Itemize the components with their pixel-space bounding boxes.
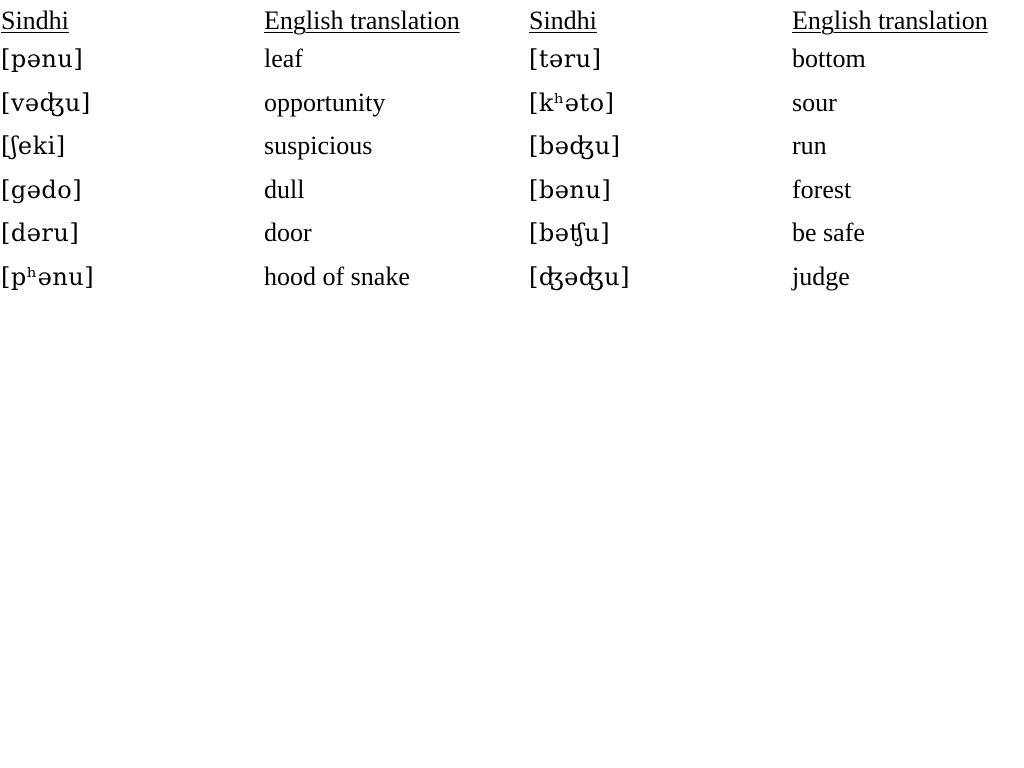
sindhi-word: [pənu] [1,45,84,73]
sindhi-word: [təru] [529,45,602,73]
english-word: leaf [264,44,303,73]
english-word: hood of snake [264,261,410,291]
sindhi-word: [dəru] [1,219,80,248]
english-word: be safe [792,218,865,248]
header-sindhi: Sindhi [529,6,597,35]
english-word: opportunity [264,87,386,117]
english-word: forest [792,174,852,204]
column-english-right: English translation bottom sour run fore… [792,4,988,304]
english-word: door [264,218,312,248]
column-english-left: English translation leaf opportunity sus… [264,4,460,304]
english-word: suspicious [264,131,373,161]
sindhi-word: [kʰəto] [529,88,615,117]
english-word: judge [792,261,850,291]
sindhi-word: [bəʤu] [529,132,621,161]
english-word: run [792,131,827,161]
sindhi-word: [gədo] [1,175,83,204]
sindhi-word: [bəʧu] [529,219,611,248]
header-english: English translation [792,6,988,35]
column-sindhi-right: Sindhi [təru] [kʰəto] [bəʤu] [bənu] [bəʧ… [529,4,630,304]
sindhi-word: [vəʤu] [1,88,91,117]
english-word: bottom [792,44,866,73]
sindhi-word: [bənu] [529,175,612,204]
sindhi-word: [ʃeki] [1,132,66,161]
sindhi-word: [ʤəʤu] [529,262,630,291]
english-word: sour [792,87,837,117]
header-sindhi: Sindhi [1,6,69,35]
header-english: English translation [264,6,460,35]
sindhi-word: [pʰənu] [1,262,95,291]
english-word: dull [264,174,305,204]
column-sindhi-left: Sindhi [pənu] [vəʤu] [ʃeki] [gədo] [dəru… [1,4,94,304]
